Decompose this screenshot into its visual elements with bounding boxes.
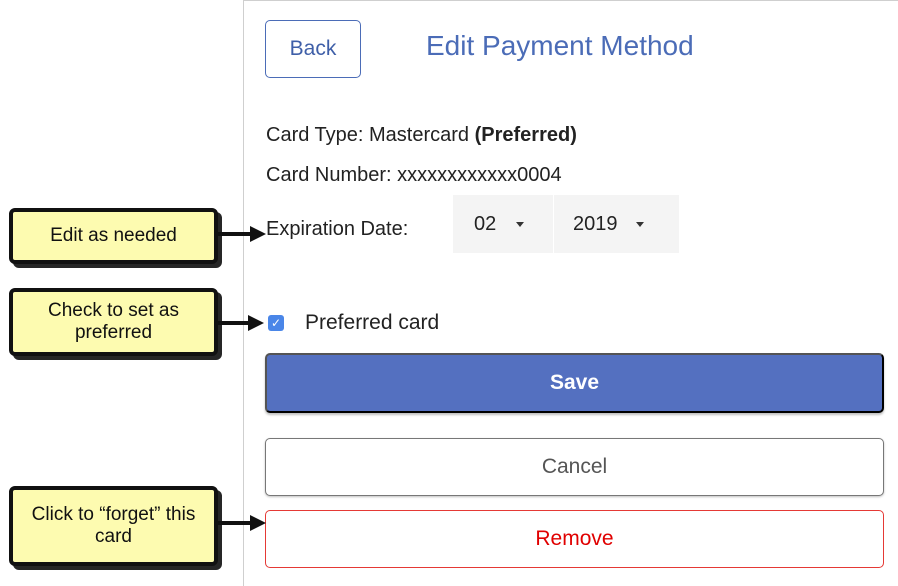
expiration-year-value: 2019 <box>573 212 618 235</box>
page-title: Edit Payment Method <box>426 30 694 61</box>
expiration-month-select[interactable]: 02 <box>453 195 553 253</box>
callout-forget-card: Click to “forget” this card <box>9 486 218 566</box>
checkmark-icon: ✓ <box>270 316 282 330</box>
remove-button[interactable]: Remove <box>265 510 884 568</box>
save-button[interactable]: Save <box>265 353 884 413</box>
edit-payment-panel <box>243 0 898 586</box>
preferred-card-checkbox[interactable]: ✓ <box>268 315 284 331</box>
chevron-down-icon <box>516 221 525 227</box>
callout-edit-text: Edit as needed <box>50 225 177 247</box>
card-preferred-tag: (Preferred) <box>474 124 577 146</box>
expiration-year-select[interactable]: 2019 <box>554 195 679 253</box>
card-number-line: Card Number: xxxxxxxxxxxx0004 <box>266 164 562 186</box>
callout-check-text: Check to set as preferred <box>48 300 179 343</box>
page: Back Edit Payment Method Card Type: Mast… <box>0 0 898 586</box>
cancel-button[interactable]: Cancel <box>265 438 884 496</box>
expiration-month-value: 02 <box>474 212 497 235</box>
chevron-down-icon <box>635 221 644 227</box>
callout-set-preferred: Check to set as preferred <box>9 288 218 356</box>
callout-forget-text: Click to “forget” this card <box>31 504 196 547</box>
card-type-text: Card Type: Mastercard <box>266 124 475 146</box>
card-type-line: Card Type: Mastercard (Preferred) <box>266 124 577 147</box>
callout-edit-as-needed: Edit as needed <box>9 208 218 264</box>
back-button[interactable]: Back <box>265 20 361 78</box>
expiration-date-label: Expiration Date: <box>266 218 409 240</box>
preferred-card-label[interactable]: Preferred card <box>305 311 439 335</box>
